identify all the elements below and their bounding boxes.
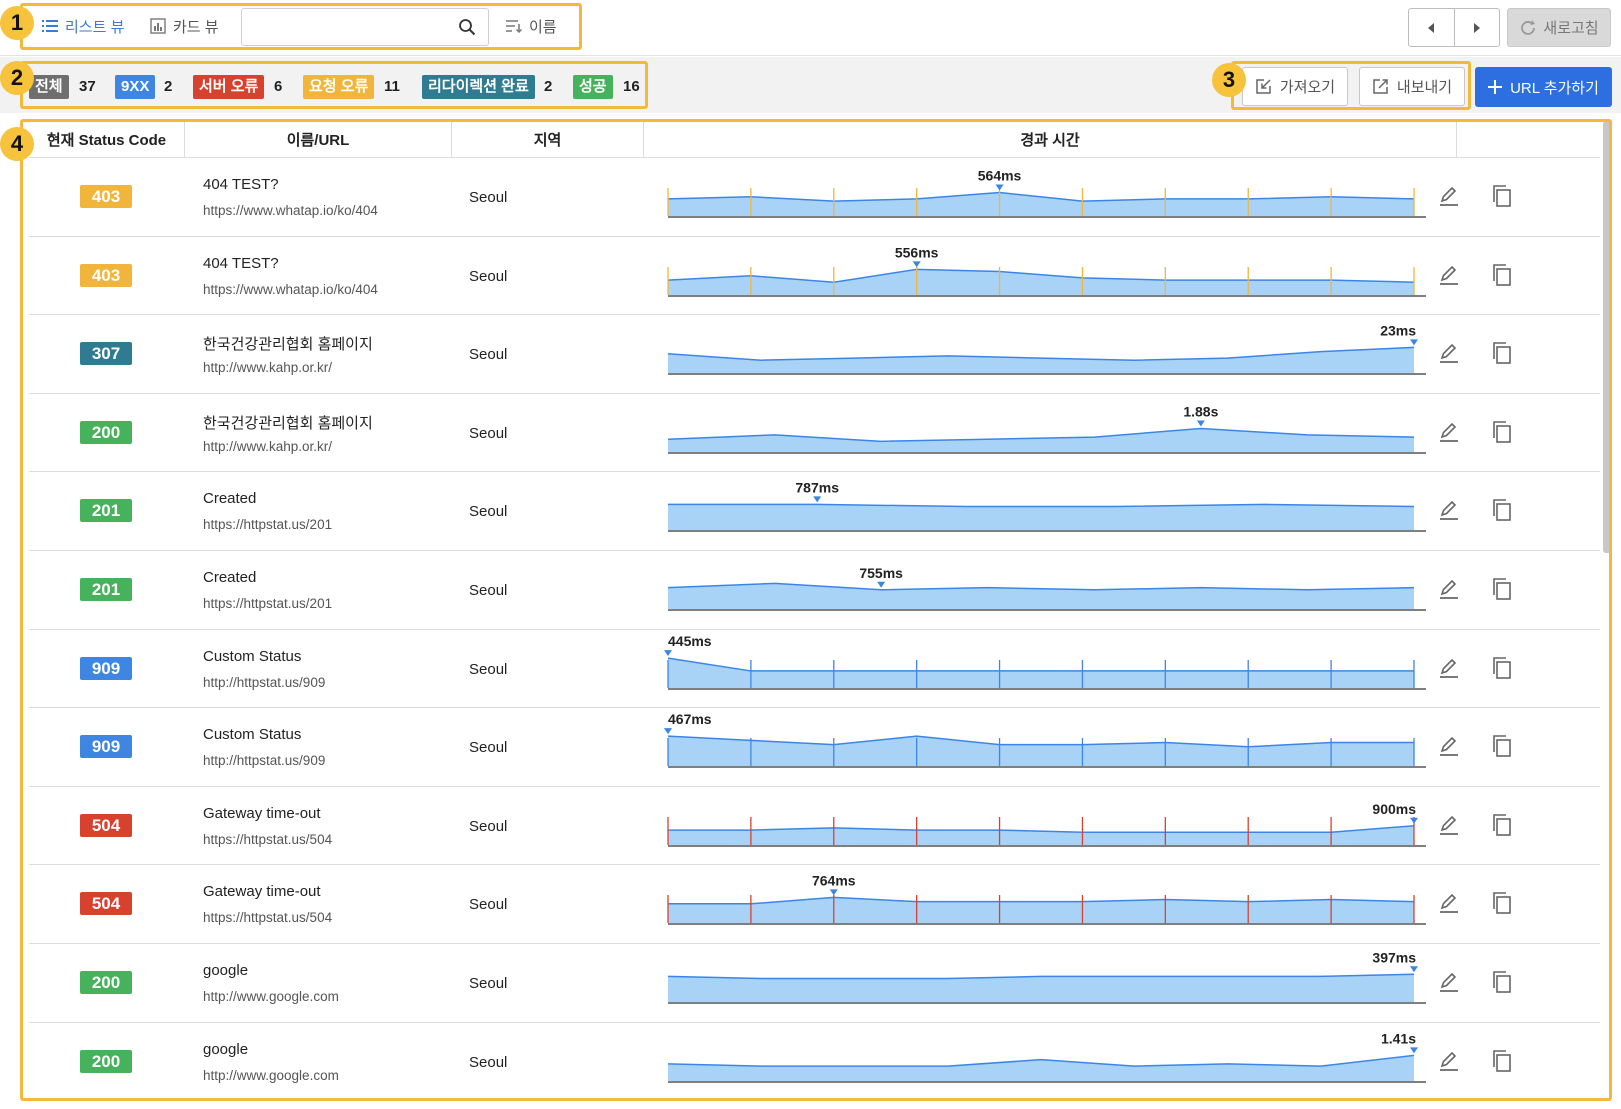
pager <box>1408 8 1500 47</box>
callout-box-toolbar <box>20 3 582 50</box>
callout-badge-3: 3 <box>1212 63 1246 97</box>
prev-page-button[interactable] <box>1409 9 1454 46</box>
callout-box-import-export <box>1231 61 1471 110</box>
refresh-icon <box>1521 19 1536 35</box>
plus-icon <box>1488 80 1503 94</box>
callout-badge-1: 1 <box>0 6 34 40</box>
next-page-button[interactable] <box>1453 9 1500 46</box>
refresh-label: 새로고침 <box>1543 20 1599 37</box>
add-url-label: URL 추가하기 <box>1510 79 1599 97</box>
caret-right-icon <box>1473 22 1480 33</box>
callout-badge-2: 2 <box>0 61 34 95</box>
caret-left-icon <box>1428 22 1435 33</box>
callout-box-filters <box>20 61 648 109</box>
refresh-button[interactable]: 새로고침 <box>1507 8 1611 47</box>
add-url-button[interactable]: URL 추가하기 <box>1475 67 1612 107</box>
callout-badge-4: 4 <box>0 127 34 161</box>
callout-box-table <box>20 119 1612 1101</box>
